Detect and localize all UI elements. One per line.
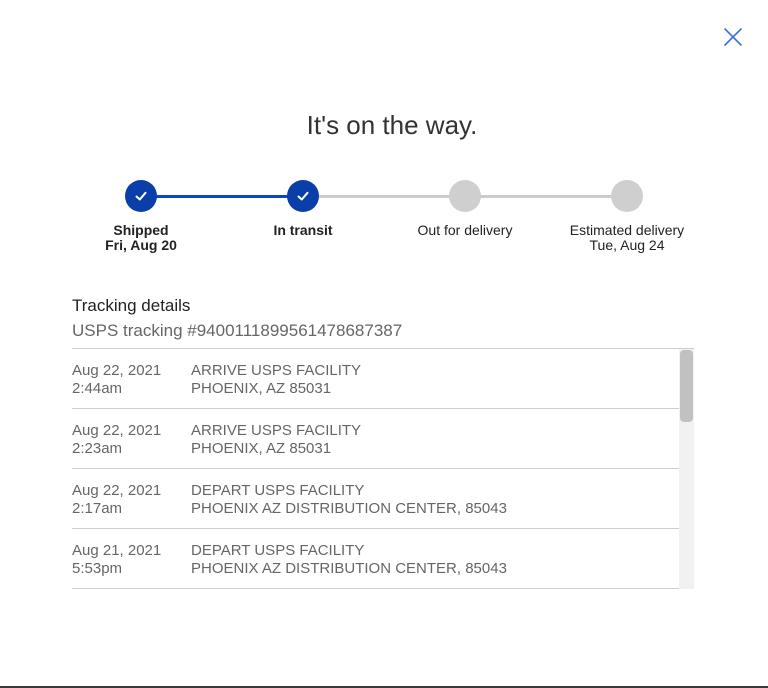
event-date: Aug 22, 2021 (72, 362, 162, 379)
step-dot-estimated-delivery (611, 180, 643, 212)
event-location: PHOENIX AZ DISTRIBUTION CENTER, 85043 (191, 560, 507, 577)
event-time: 2:23am (72, 440, 123, 457)
step-label-shipped: Shipped Fri, Aug 20 (66, 223, 216, 253)
tracking-event-row: Aug 22, 2021 2:23am ARRIVE USPS FACILITY… (72, 409, 679, 469)
step-dot-in-transit (287, 180, 319, 212)
shipment-progress: Shipped Fri, Aug 20 In transit Out for d… (0, 180, 768, 260)
step-dot-out-for-delivery (449, 180, 481, 212)
step-label-estimated-delivery: Estimated delivery Tue, Aug 24 (552, 223, 702, 253)
step-name: Estimated delivery (569, 222, 685, 238)
event-timestamp: Aug 21, 2021 5:53pm (72, 542, 190, 578)
tracking-details-heading: Tracking details (72, 296, 191, 315)
tracking-number[interactable]: USPS tracking #9400111899561478687387 (72, 321, 402, 341)
event-date: Aug 22, 2021 (72, 482, 162, 499)
tracking-events-list[interactable]: Aug 22, 2021 2:44am ARRIVE USPS FACILITY… (72, 348, 694, 589)
event-location: PHOENIX AZ DISTRIBUTION CENTER, 85043 (191, 500, 507, 517)
progress-line-out-delivery (465, 195, 627, 198)
check-icon (297, 191, 309, 201)
check-icon (135, 191, 147, 201)
close-button[interactable] (721, 25, 745, 49)
tracking-dialog: It's on the way. Shipped Fri, Aug 20 In … (0, 0, 768, 688)
step-label-out-for-delivery: Out for delivery (390, 223, 540, 238)
event-timestamp: Aug 22, 2021 2:23am (72, 422, 190, 458)
step-date: Tue, Aug 24 (589, 237, 665, 253)
step-label-in-transit: In transit (228, 223, 378, 238)
tracking-event-row: Aug 22, 2021 2:44am ARRIVE USPS FACILITY… (72, 349, 679, 409)
progress-line-shipped-transit (141, 195, 303, 198)
close-icon (724, 28, 742, 46)
event-date: Aug 22, 2021 (72, 422, 162, 439)
tracking-event-row: Aug 22, 2021 2:17am DEPART USPS FACILITY… (72, 469, 679, 529)
events-scrollbar[interactable] (679, 349, 694, 589)
event-time: 2:17am (72, 500, 123, 517)
scrollbar-thumb[interactable] (680, 350, 693, 422)
event-date: Aug 21, 2021 (72, 542, 162, 559)
step-name: Out for delivery (417, 222, 513, 238)
event-description: ARRIVE USPS FACILITY PHOENIX, AZ 85031 (191, 422, 671, 458)
dialog-title: It's on the way. (306, 110, 478, 140)
event-status: DEPART USPS FACILITY (191, 542, 365, 559)
event-status: ARRIVE USPS FACILITY (191, 362, 362, 379)
event-status: DEPART USPS FACILITY (191, 482, 365, 499)
step-name: In transit (273, 222, 333, 238)
step-dot-shipped (125, 180, 157, 212)
step-name: Shipped (113, 222, 169, 238)
event-location: PHOENIX, AZ 85031 (191, 380, 332, 397)
event-description: ARRIVE USPS FACILITY PHOENIX, AZ 85031 (191, 362, 671, 398)
tracking-event-row: Aug 21, 2021 5:53pm DEPART USPS FACILITY… (72, 529, 679, 589)
event-timestamp: Aug 22, 2021 2:17am (72, 482, 190, 518)
event-timestamp: Aug 22, 2021 2:44am (72, 362, 190, 398)
step-date: Fri, Aug 20 (105, 237, 177, 253)
progress-line-transit-out (303, 195, 465, 198)
event-location: PHOENIX, AZ 85031 (191, 440, 332, 457)
event-time: 2:44am (72, 380, 123, 397)
event-description: DEPART USPS FACILITY PHOENIX AZ DISTRIBU… (191, 542, 671, 578)
event-description: DEPART USPS FACILITY PHOENIX AZ DISTRIBU… (191, 482, 671, 518)
event-status: ARRIVE USPS FACILITY (191, 422, 362, 439)
event-time: 5:53pm (72, 560, 123, 577)
